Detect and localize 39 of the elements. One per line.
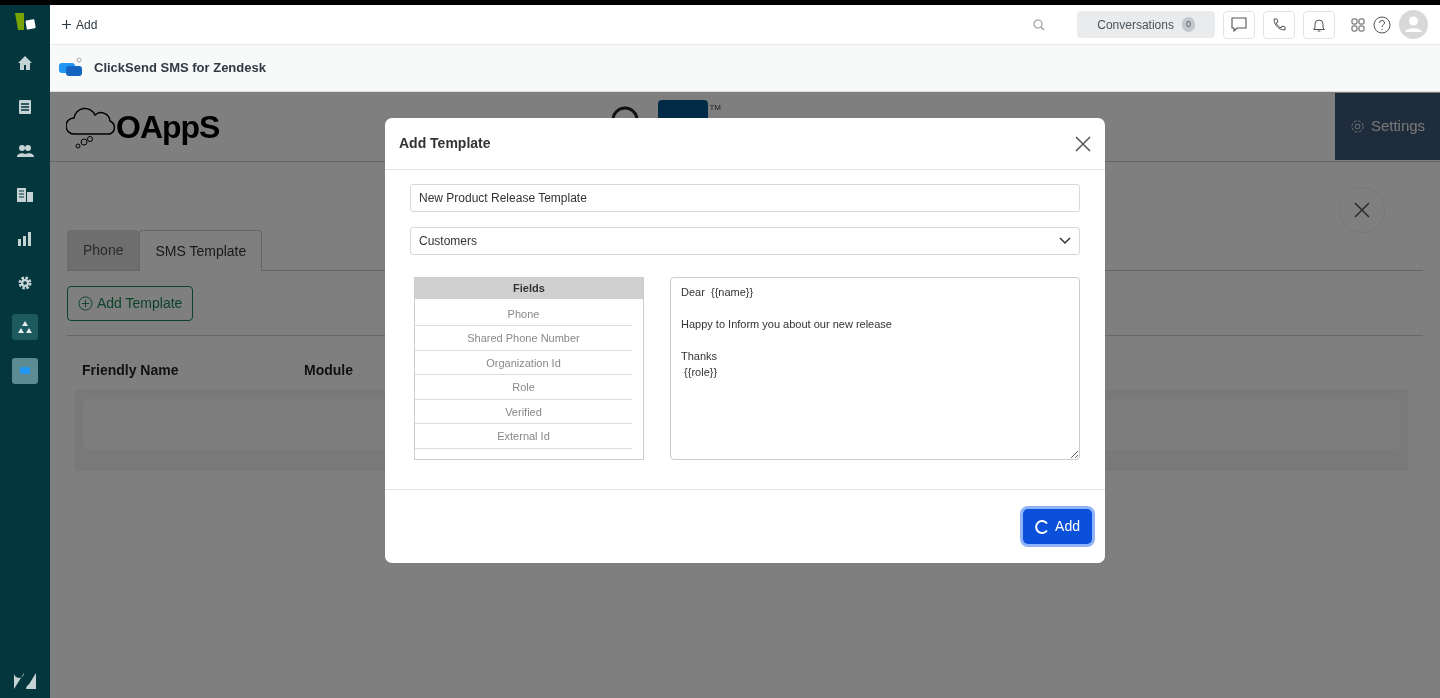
conversations-button[interactable]: Conversations 0: [1077, 11, 1215, 38]
chevron-down-icon: [1059, 237, 1071, 245]
column-header: Friendly Name: [82, 361, 180, 380]
brand-name: OAppS: [116, 107, 220, 147]
bell-icon[interactable]: [1303, 10, 1335, 39]
module-select[interactable]: Customers: [410, 227, 1080, 255]
add-template-button[interactable]: Add Template: [67, 286, 194, 321]
field-item[interactable]: Role: [415, 375, 632, 400]
tab[interactable]: Phone: [67, 230, 140, 270]
gear-icon: [1349, 119, 1365, 134]
apps-grid-icon[interactable]: [1351, 17, 1365, 32]
modal-title: Add Template: [399, 134, 491, 153]
name-field[interactable]: New Product Release Template: [410, 184, 1080, 212]
field-item[interactable]: Phone: [415, 301, 632, 326]
plus-icon: [62, 20, 71, 29]
close-icon[interactable]: [1075, 135, 1091, 152]
field-item[interactable]: Verified: [415, 399, 632, 424]
column-header: Module: [304, 361, 353, 380]
tab[interactable]: SMS Template: [139, 230, 263, 271]
chat-icon[interactable]: [1223, 10, 1255, 39]
trademark-mark: TM: [709, 102, 721, 114]
field-item[interactable]: Organization Id: [415, 350, 632, 375]
plus-circle-icon: [78, 296, 93, 311]
settings-button[interactable]: Settings: [1335, 93, 1440, 160]
zendesk-logo-icon: [13, 672, 37, 690]
product-logo-icon[interactable]: [13, 11, 37, 33]
count-badge: 0: [1182, 16, 1195, 33]
table-header: Fields: [415, 278, 643, 299]
field-item[interactable]: Shared Phone Number: [415, 326, 632, 351]
chat-app-icon: [58, 57, 84, 79]
app-title: ClickSend SMS for Zendesk: [94, 59, 266, 78]
search-icon[interactable]: [1033, 18, 1046, 31]
triangle-app-icon[interactable]: [12, 314, 38, 340]
phone-icon[interactable]: [1263, 10, 1295, 39]
field-item[interactable]: External Id: [415, 424, 632, 449]
help-icon[interactable]: [1373, 15, 1391, 34]
add-button[interactable]: Add: [62, 15, 98, 34]
add-button[interactable]: Add: [1023, 509, 1092, 544]
message-field[interactable]: Dear {{name}} Happy to Inform you about our new release Thanks {{role}}: [670, 277, 1080, 460]
